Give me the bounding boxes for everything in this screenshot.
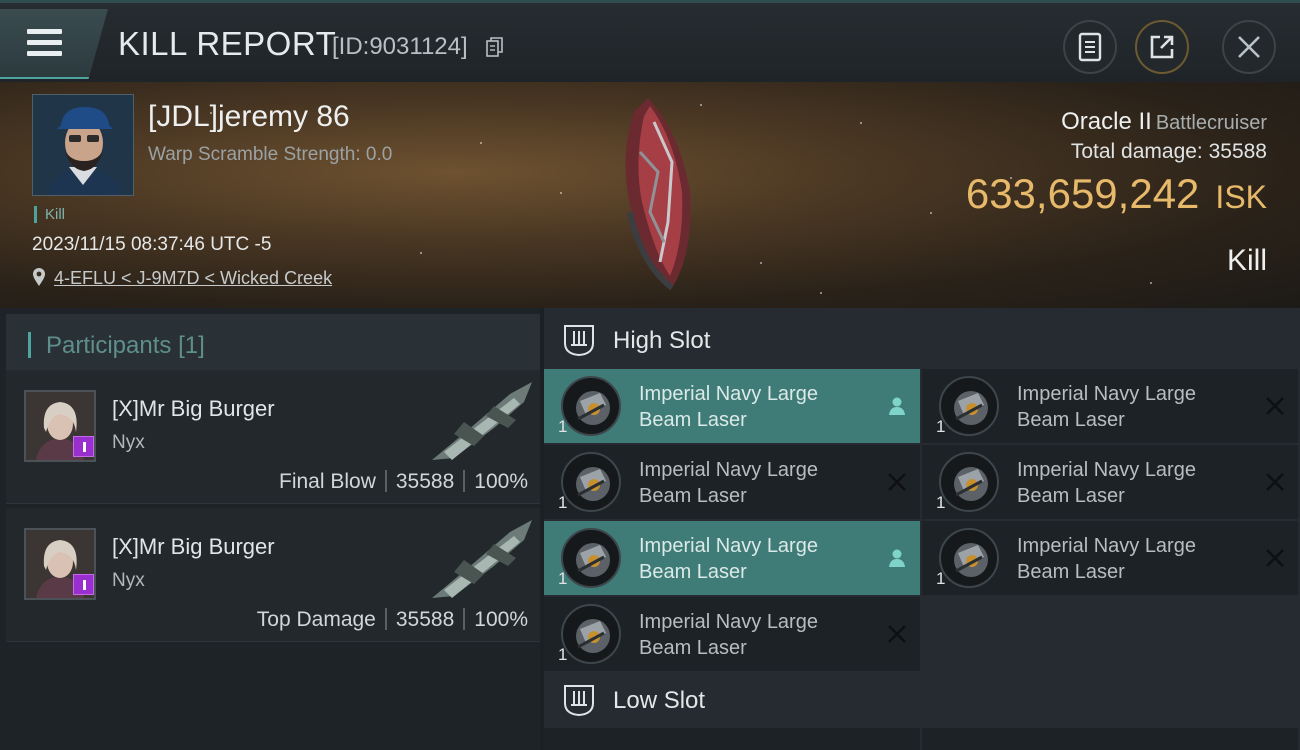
close-button[interactable] — [1222, 20, 1276, 74]
document-icon — [1078, 32, 1102, 62]
beam-laser-icon — [939, 528, 999, 588]
isk-amount: 633,659,242 — [965, 170, 1200, 217]
copy-icon[interactable] — [486, 37, 504, 57]
participant-name[interactable]: [X]Mr Big Burger — [112, 534, 275, 560]
location-link[interactable]: 4-EFLU < J-9M7D < Wicked Creek — [54, 268, 332, 289]
kill-datetime: 2023/11/15 08:37:46 UTC -5 — [32, 234, 272, 255]
module-name: Imperial Navy Large Beam Laser — [639, 459, 818, 507]
faction-badge — [73, 436, 94, 457]
page-title: KILL REPORT — [118, 25, 337, 62]
close-icon — [1238, 36, 1260, 58]
high-slot-module[interactable]: 1 Imperial Navy Large Beam Laser — [922, 521, 1298, 595]
participant-stats: Top Damage 35588 100% — [257, 608, 528, 632]
menu-icon-line — [27, 40, 62, 45]
menu-button[interactable] — [0, 9, 108, 79]
victim-ship-image — [625, 98, 691, 291]
pilot-icon — [889, 549, 905, 567]
high-slot-module[interactable]: 1 Imperial Navy Large Beam Laser — [544, 445, 920, 519]
ship-class: Battlecruiser — [1155, 112, 1267, 134]
victim-avatar[interactable] — [32, 94, 134, 196]
isk-unit: ISK — [1215, 179, 1267, 215]
module-count: 1 — [558, 569, 568, 588]
module-count: 1 — [558, 493, 568, 512]
header-accent-bar — [28, 332, 31, 358]
ship-name: Oracle II — [1061, 108, 1152, 135]
low-slot-module-partial[interactable] — [544, 728, 920, 750]
kill-banner: [JDL]jeremy 86 Warp Scramble Strength: 0… — [0, 82, 1300, 308]
module-count: 1 — [558, 417, 568, 436]
high-slot-icon — [564, 325, 594, 357]
kill-tag: Kill — [34, 206, 65, 223]
high-slot-title: High Slot — [613, 327, 711, 354]
destroyed-x-icon — [888, 625, 906, 643]
total-damage: Total damage: 35588 — [1070, 140, 1267, 163]
low-slot-header: Low Slot — [544, 670, 1300, 730]
isk-value: 633,659,242 ISK — [966, 170, 1267, 218]
participant-card[interactable]: [X]Mr Big Burger Nyx Final Blow 35588 100% — [6, 370, 540, 504]
module-name: Imperial Navy Large Beam Laser — [639, 611, 818, 659]
module-name: Imperial Navy Large Beam Laser — [639, 535, 818, 583]
victim-portrait-image — [33, 95, 133, 195]
module-count: 1 — [936, 493, 946, 512]
high-slot-module[interactable]: 1 Imperial Navy Large Beam Laser — [544, 597, 920, 671]
low-slot-module-partial[interactable] — [922, 728, 1298, 750]
share-icon — [1150, 35, 1174, 59]
high-slot-module[interactable]: 1 Imperial Navy Large Beam Laser — [922, 445, 1298, 519]
share-button[interactable] — [1135, 20, 1189, 74]
participants-header[interactable]: Participants [1] — [6, 314, 540, 372]
participant-ship: Nyx — [112, 570, 145, 591]
module-count: 1 — [936, 569, 946, 588]
destroyed-x-icon — [888, 473, 906, 491]
module-count: 1 — [558, 645, 568, 664]
module-name: Imperial Navy Large Beam Laser — [1017, 459, 1196, 507]
module-name: Imperial Navy Large Beam Laser — [639, 383, 818, 431]
module-name: Imperial Navy Large Beam Laser — [1017, 535, 1196, 583]
participants-panel: Participants [1] [X]Mr Big Burger Nyx Fi… — [0, 308, 540, 750]
beam-laser-icon — [939, 376, 999, 436]
high-slot-module[interactable]: 1 Imperial Navy Large Beam Laser — [922, 369, 1298, 443]
participant-ship-image — [432, 382, 532, 460]
high-slot-module[interactable]: 1 Imperial Navy Large Beam Laser — [544, 521, 920, 595]
participant-name[interactable]: [X]Mr Big Burger — [112, 396, 275, 422]
high-slot-header: High Slot — [544, 310, 1300, 370]
beam-laser-icon — [561, 528, 621, 588]
participant-card[interactable]: [X]Mr Big Burger Nyx Top Damage 35588 100% — [6, 508, 540, 642]
module-name: Imperial Navy Large Beam Laser — [1017, 383, 1196, 431]
top-bar: KILL REPORT [ID:9031124] — [0, 0, 1300, 82]
participants-title: Participants [1] — [46, 332, 205, 359]
low-slot-title: Low Slot — [613, 687, 706, 714]
high-slot-module[interactable]: 1 Imperial Navy Large Beam Laser — [544, 369, 920, 443]
report-id: [ID:9031124] — [332, 33, 468, 60]
participant-percent: 100% — [474, 608, 528, 631]
victim-ship[interactable]: Oracle II Battlecruiser — [1061, 108, 1267, 136]
participant-stats: Final Blow 35588 100% — [279, 470, 528, 494]
beam-laser-icon — [561, 376, 621, 436]
fitting-panel: High Slot 1 Imperial Navy Large Beam Laser… — [544, 308, 1300, 750]
menu-icon-line — [27, 29, 62, 34]
beam-laser-icon — [939, 452, 999, 512]
destroyed-x-icon — [1266, 549, 1284, 567]
beam-laser-icon — [561, 452, 621, 512]
warp-scramble-strength: Warp Scramble Strength: 0.0 — [148, 144, 393, 165]
menu-icon-line — [27, 51, 62, 56]
destroyed-x-icon — [1266, 397, 1284, 415]
report-result: Kill — [1226, 244, 1267, 277]
low-slot-icon — [564, 685, 594, 717]
faction-badge — [73, 574, 94, 595]
participant-percent: 100% — [474, 470, 528, 493]
pilot-icon — [889, 397, 905, 415]
participant-damage: 35588 — [395, 470, 455, 493]
participant-damage: 35588 — [395, 608, 455, 631]
location-pin-icon — [33, 268, 45, 286]
participant-ship: Nyx — [112, 432, 145, 453]
participant-ship-image — [432, 520, 532, 598]
victim-name[interactable]: [JDL]jeremy 86 — [148, 100, 350, 134]
beam-laser-icon — [561, 604, 621, 664]
module-count: 1 — [936, 417, 946, 436]
destroyed-x-icon — [1266, 473, 1284, 491]
participant-role: Final Blow — [279, 470, 376, 493]
participant-role: Top Damage — [256, 608, 376, 631]
document-button[interactable] — [1063, 20, 1117, 74]
